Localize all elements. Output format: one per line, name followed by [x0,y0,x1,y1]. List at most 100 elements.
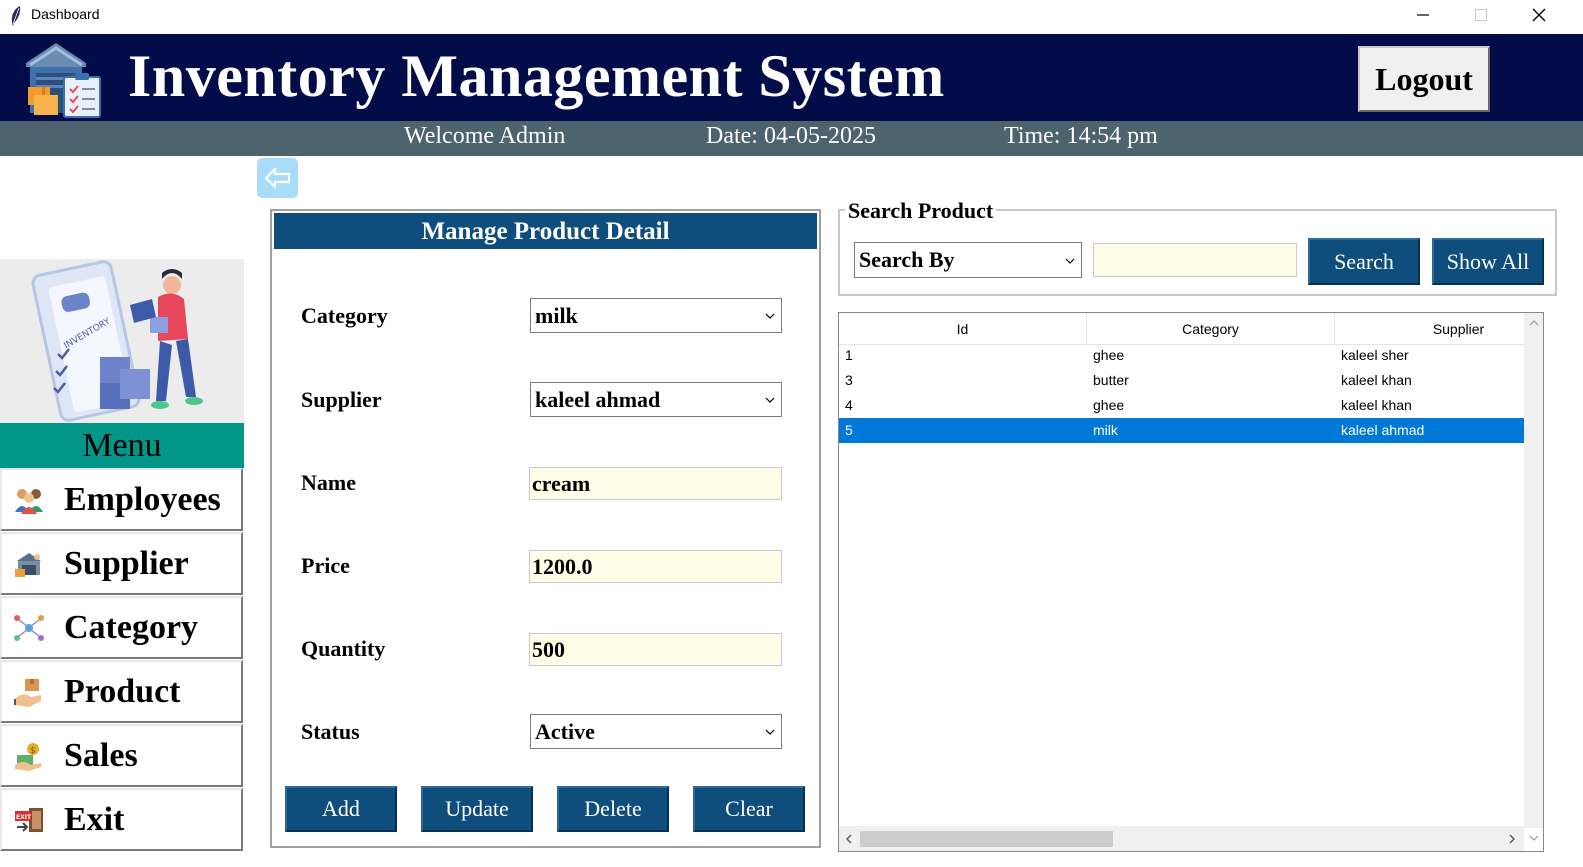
cell-id: 4 [845,397,853,413]
sidebar-menu: INVENTORY Menu Employees Supplier Catego… [0,259,244,867]
welcome-text: Welcome Admin [404,123,566,149]
add-button[interactable]: Add [285,786,397,832]
scroll-left-icon[interactable] [844,833,854,845]
column-header-supplier[interactable]: Supplier [1335,313,1543,345]
supplier-icon [12,547,46,581]
menu-item-exit[interactable]: EXIT Exit [0,788,243,851]
menu-item-label: Exit [64,800,125,838]
status-select[interactable]: Active [530,714,782,749]
menu-heading: Menu [0,423,244,468]
svg-text:EXIT: EXIT [16,814,32,821]
back-arrow-icon [264,167,290,189]
table-row[interactable]: 1 ghee kaleel sher [839,343,1524,368]
supplier-select[interactable]: kaleel ahmad [530,382,782,417]
panel-title: Manage Product Detail [274,213,817,249]
maximize-icon [1475,9,1487,21]
app-title: Inventory Management System [128,43,945,109]
cell-supplier: kaleel ahmad [1341,422,1425,438]
window-title: Dashboard [31,6,100,22]
price-input[interactable]: 1200.0 [529,550,782,583]
vertical-scrollbar[interactable] [1524,313,1543,828]
table-row-selected[interactable]: 5 milk kaleel ahmad [839,418,1524,443]
time-text: Time: 14:54 pm [1004,123,1158,149]
employees-icon [12,483,46,517]
inventory-illustration: INVENTORY [0,259,244,423]
supplier-value: kaleel ahmad [535,387,661,412]
product-icon [12,675,46,709]
menu-item-label: Supplier [64,544,189,582]
app-header: Inventory Management System Logout [0,34,1583,121]
chevron-down-icon [1065,258,1075,264]
status-bar: Welcome Admin Date: 04-05-2025 Time: 14:… [0,121,1583,156]
manage-product-panel: Manage Product Detail Category milk Supp… [270,209,821,848]
category-label: Category [301,303,388,328]
horizontal-scrollbar[interactable] [839,826,1524,851]
scroll-up-icon[interactable] [1528,318,1540,328]
search-button[interactable]: Search [1308,238,1420,285]
menu-item-label: Product [64,672,181,710]
name-label: Name [301,470,356,495]
cell-id: 1 [845,347,853,363]
search-product-frame: Search Product Search By Search Show All [838,198,1557,296]
cell-category: milk [1093,422,1118,438]
chevron-down-icon [765,397,775,403]
quantity-label: Quantity [301,636,386,661]
status-label: Status [301,719,360,744]
maximize-button[interactable] [1452,0,1510,30]
menu-item-label: Category [64,608,199,646]
column-header-id[interactable]: Id [839,313,1087,345]
cell-category: ghee [1093,347,1125,363]
search-by-select[interactable]: Search By [854,242,1082,278]
sales-icon: $ [12,739,46,773]
product-table[interactable]: Id Category Supplier 1 ghee kaleel sher … [838,312,1544,852]
scroll-right-icon[interactable] [1507,833,1517,845]
update-button[interactable]: Update [421,786,533,832]
scrollbar-thumb[interactable] [860,831,1113,847]
logout-button[interactable]: Logout [1358,46,1490,112]
warehouse-logo-icon [26,43,101,118]
search-by-value: Search By [859,247,955,272]
cell-supplier: kaleel khan [1341,397,1412,413]
search-input[interactable] [1093,243,1297,277]
menu-item-category[interactable]: Category [0,596,243,659]
cell-category: ghee [1093,397,1125,413]
search-frame-title: Search Product [845,198,997,224]
cell-id: 5 [845,422,853,438]
minimize-icon [1417,14,1429,16]
category-icon [12,611,46,645]
cell-supplier: kaleel sher [1341,347,1409,363]
price-label: Price [301,553,350,578]
column-header-category[interactable]: Category [1087,313,1335,345]
back-button[interactable] [257,158,298,198]
category-value: milk [535,303,578,328]
table-row[interactable]: 3 butter kaleel khan [839,368,1524,393]
scroll-down-icon[interactable] [1528,833,1540,843]
menu-item-label: Employees [64,480,221,518]
category-select[interactable]: milk [530,298,782,333]
menu-item-employees[interactable]: Employees [0,468,243,531]
show-all-button[interactable]: Show All [1432,238,1544,285]
exit-icon: EXIT [12,803,46,837]
clear-button[interactable]: Clear [693,786,805,832]
menu-item-supplier[interactable]: Supplier [0,532,243,595]
chevron-down-icon [765,729,775,735]
cell-id: 3 [845,372,853,388]
name-input[interactable]: cream [529,467,782,500]
menu-item-product[interactable]: Product [0,660,243,723]
close-button[interactable] [1510,0,1568,30]
minimize-button[interactable] [1394,0,1452,30]
quantity-input[interactable]: 500 [529,633,782,666]
feather-icon [11,6,21,26]
svg-text:$: $ [30,746,36,756]
menu-item-sales[interactable]: $ Sales [0,724,243,787]
chevron-down-icon [765,313,775,319]
close-icon [1532,8,1546,22]
cell-category: butter [1093,372,1129,388]
menu-item-label: Sales [64,736,138,774]
table-row[interactable]: 4 ghee kaleel khan [839,393,1524,418]
inventory-person-icon: INVENTORY [31,260,203,422]
delete-button[interactable]: Delete [557,786,669,832]
cell-supplier: kaleel khan [1341,372,1412,388]
status-value: Active [535,719,595,744]
table-header: Id Category Supplier [839,313,1524,345]
